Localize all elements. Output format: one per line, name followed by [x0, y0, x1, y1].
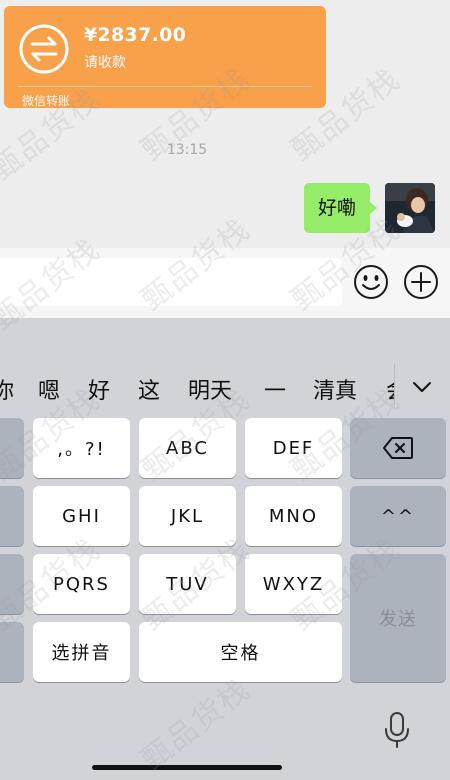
key-wxyz[interactable]: WXYZ	[245, 554, 342, 614]
left-edge-key[interactable]	[0, 486, 24, 546]
candidate-item[interactable]: 你	[0, 370, 14, 414]
transfer-arrows-icon	[19, 24, 69, 74]
transfer-divider	[18, 86, 312, 87]
keyboard: 你 嗯 好 这 明天 一 清真 会 ,。?! ABC DEF GHI JKL M…	[0, 318, 450, 780]
candidate-item[interactable]: 这	[138, 370, 160, 414]
key-ghi[interactable]: GHI	[33, 486, 130, 546]
candidate-item[interactable]: 明天	[188, 370, 232, 414]
avatar[interactable]	[385, 183, 435, 233]
plus-icon[interactable]	[403, 264, 439, 300]
space-key[interactable]: 空格	[139, 622, 342, 682]
candidate-divider	[394, 364, 395, 406]
smiley-icon[interactable]	[353, 264, 389, 300]
home-indicator[interactable]	[92, 765, 282, 770]
key-pqrs[interactable]: PQRS	[33, 554, 130, 614]
left-edge-key[interactable]	[0, 418, 24, 478]
message-input[interactable]	[0, 258, 342, 306]
avatar-image	[385, 183, 435, 233]
transfer-card[interactable]: ¥2837.00 请收款 微信转账	[4, 6, 326, 108]
send-button[interactable]: 发送	[350, 554, 446, 682]
candidate-item[interactable]: 会	[386, 370, 394, 414]
transfer-amount: ¥2837.00	[84, 24, 187, 46]
delete-button[interactable]	[350, 418, 446, 478]
key-punctuation[interactable]: ,。?!	[33, 418, 130, 478]
candidate-bar: 你 嗯 好 这 明天 一 清真 会	[0, 370, 450, 414]
message-timestamp: 13:15	[166, 142, 208, 158]
sent-message-bubble[interactable]: 好嘞	[303, 183, 378, 233]
backspace-icon	[383, 437, 413, 459]
chat-area: ¥2837.00 请收款 微信转账 13:15 好嘞	[0, 0, 450, 248]
chevron-down-icon[interactable]	[402, 370, 442, 406]
candidate-item[interactable]: 好	[88, 370, 110, 414]
key-tuv[interactable]: TUV	[139, 554, 236, 614]
transfer-status: 请收款	[84, 55, 126, 71]
key-select-pinyin[interactable]: 选拼音	[33, 622, 130, 682]
candidate-item[interactable]: 清真	[313, 370, 357, 414]
candidate-item[interactable]: 一	[264, 370, 286, 414]
input-bar	[0, 248, 450, 318]
candidate-item[interactable]: 嗯	[38, 370, 60, 414]
key-abc[interactable]: ABC	[139, 418, 236, 478]
left-edge-key[interactable]	[0, 622, 24, 682]
microphone-icon[interactable]	[382, 710, 412, 750]
key-jkl[interactable]: JKL	[139, 486, 236, 546]
emoticon-key[interactable]: ^^	[350, 486, 446, 546]
key-def[interactable]: DEF	[245, 418, 342, 478]
key-mno[interactable]: MNO	[245, 486, 342, 546]
left-edge-key[interactable]	[0, 554, 24, 614]
transfer-footer-label: 微信转账	[22, 94, 71, 108]
